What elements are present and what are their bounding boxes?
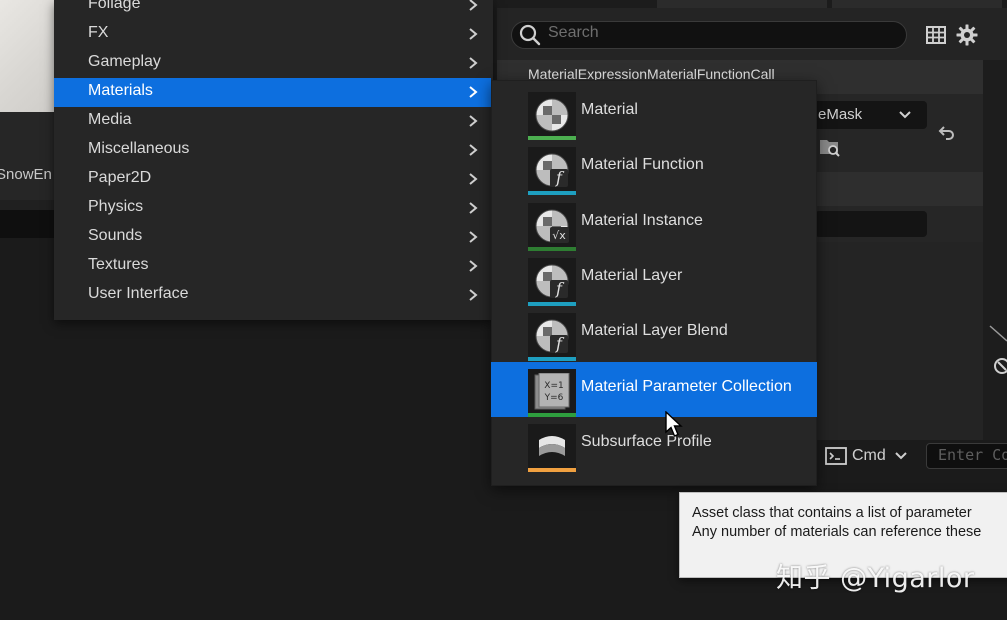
menu-item-label: Miscellaneous: [88, 140, 190, 157]
viewport-preview: [0, 0, 56, 112]
search-placeholder: Search: [548, 24, 599, 41]
menu-item-physics[interactable]: Physics: [54, 194, 491, 223]
function-combo-value: eMask: [818, 106, 863, 123]
menu-item-label: Gameplay: [88, 53, 161, 70]
asset-thumbnail: f: [528, 257, 576, 306]
right-edge-panel: [983, 60, 1007, 442]
menu-item-label: Physics: [88, 198, 144, 215]
search-icon: [519, 24, 541, 46]
menu-item-media[interactable]: Media: [54, 107, 491, 136]
material-layer-blend-icon: f: [535, 319, 569, 354]
mouse-cursor-icon: [665, 411, 683, 437]
asset-thumbnail: X=1 Y=6: [528, 368, 576, 417]
console-icon[interactable]: [825, 446, 847, 466]
submenu-item-label: Material Parameter Collection: [581, 377, 792, 395]
menu-item-materials[interactable]: Materials: [54, 78, 491, 107]
left-panel-field[interactable]: [0, 210, 56, 238]
asset-thumbnail: [528, 92, 576, 140]
table-view-icon[interactable]: [925, 24, 947, 46]
left-panel-strip: [0, 112, 56, 200]
menu-item-gameplay[interactable]: Gameplay: [54, 49, 491, 78]
chevron-right-icon: [469, 86, 478, 98]
reset-arrow-icon[interactable]: [935, 122, 957, 144]
chevron-right-icon: [469, 231, 478, 243]
asset-thumbnail: [528, 423, 576, 472]
console-input-placeholder: Enter Co: [938, 446, 1007, 464]
tooltip-line-2: Any number of materials can reference th…: [692, 524, 982, 540]
details-field[interactable]: [815, 211, 927, 237]
asset-thumbnail: f: [528, 313, 576, 362]
menu-item-foliage[interactable]: Foliage: [54, 0, 491, 20]
submenu-item-material-instance[interactable]: √x Material Instance: [491, 196, 817, 251]
svg-text:Y=6: Y=6: [544, 393, 564, 403]
svg-text:√x: √x: [552, 229, 566, 242]
chevron-right-icon: [469, 144, 478, 156]
subsurface-profile-icon: [539, 435, 565, 456]
browse-folder-icon[interactable]: [818, 136, 842, 158]
menu-item-user-interface[interactable]: User Interface: [54, 281, 491, 310]
submenu-item-label: Material Layer Blend: [581, 322, 728, 340]
submenu-item-subsurface-profile[interactable]: Subsurface Profile: [491, 417, 817, 472]
chevron-right-icon: [469, 57, 478, 69]
menu-item-paper2d[interactable]: Paper2D: [54, 165, 491, 194]
menu-item-label: Materials: [88, 82, 153, 99]
details-tab[interactable]: [832, 0, 1002, 8]
node-icon: [994, 358, 1007, 374]
chevron-right-icon: [469, 173, 478, 185]
submenu-item-material-layer-blend[interactable]: f Material Layer Blend: [491, 306, 817, 362]
submenu-item-material-layer[interactable]: f Material Layer: [491, 251, 817, 306]
asset-type-color-bar: [528, 467, 576, 472]
submenu-item-material[interactable]: Material: [491, 85, 817, 140]
menu-item-label: Textures: [88, 256, 149, 273]
menu-item-sounds[interactable]: Sounds: [54, 223, 491, 252]
menu-item-label: Paper2D: [88, 169, 152, 186]
menu-item-fx[interactable]: FX: [54, 20, 491, 49]
chevron-right-icon: [469, 202, 478, 214]
watermark: 知乎 @Yigarlor: [776, 563, 975, 594]
menu-item-label: Sounds: [88, 227, 143, 244]
menu-item-label: User Interface: [88, 285, 189, 302]
left-panel-label: SnowEn: [0, 166, 52, 183]
material-function-icon: f: [535, 153, 569, 188]
chevron-right-icon: [469, 260, 478, 272]
menu-item-label: FX: [88, 24, 109, 41]
submenu-item-label: Material: [581, 101, 638, 118]
menu-item-textures[interactable]: Textures: [54, 252, 491, 281]
asset-thumbnail: √x: [528, 202, 576, 251]
menu-item-label: Foliage: [88, 0, 141, 12]
parameter-collection-icon: X=1Y=6: [534, 372, 570, 409]
svg-text:X=1: X=1: [544, 381, 563, 391]
chevron-down-icon: [899, 111, 911, 119]
cmd-dropdown-label[interactable]: Cmd: [852, 447, 886, 465]
left-panel-divider: [0, 200, 56, 210]
asset-thumbnail: f: [528, 147, 576, 196]
chevron-right-icon: [469, 28, 478, 40]
submenu-item-label: Material Instance: [581, 211, 703, 229]
submenu-item-label: Material Layer: [581, 266, 683, 284]
chevron-right-icon: [469, 115, 478, 127]
menu-item-label: Media: [88, 111, 132, 128]
submenu-item-material-parameter-collection[interactable]: X=1 Y=6 Material Parameter Collection: [491, 361, 817, 417]
connector-line-icon: [989, 325, 1007, 342]
chevron-down-icon[interactable]: [893, 448, 909, 464]
gear-icon[interactable]: [955, 23, 979, 47]
submenu-item-label: Subsurface Profile: [581, 432, 712, 450]
details-tab[interactable]: [657, 0, 827, 8]
submenu-item-label: Material Function: [581, 156, 704, 174]
chevron-right-icon: [469, 0, 478, 11]
tooltip-line-1: Asset class that contains a list of para…: [692, 505, 972, 521]
submenu-item-material-function[interactable]: f Material Function: [491, 140, 817, 196]
menu-item-miscellaneous[interactable]: Miscellaneous: [54, 136, 491, 165]
chevron-right-icon: [469, 289, 478, 301]
details-tab-strip: [497, 0, 1007, 8]
material-sphere-icon: [535, 98, 569, 132]
material-instance-icon: √x: [535, 209, 569, 243]
material-layer-icon: f: [535, 264, 569, 298]
